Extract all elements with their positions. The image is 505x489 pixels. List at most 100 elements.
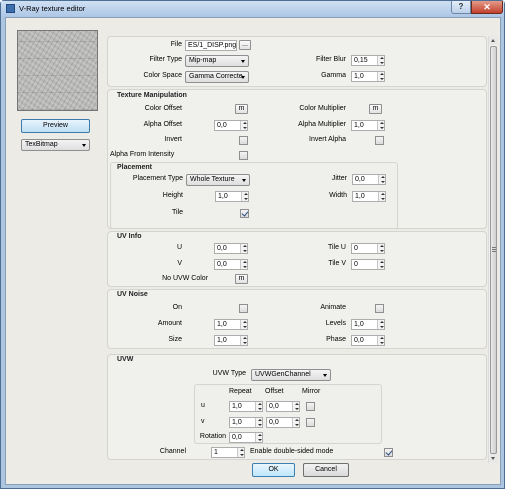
- repeat-column-label: Repeat: [229, 388, 252, 395]
- spinner-icon[interactable]: [377, 320, 384, 329]
- uvw-type-dropdown[interactable]: UVWGenChannel: [251, 369, 331, 381]
- animate-checkbox[interactable]: [375, 304, 384, 313]
- height-input[interactable]: 1,0: [215, 191, 249, 202]
- gamma-input[interactable]: 1,0: [351, 71, 385, 82]
- browse-file-button[interactable]: ...: [239, 40, 251, 50]
- preview-button[interactable]: Preview: [21, 119, 90, 133]
- color-offset-map-button[interactable]: m: [235, 104, 248, 114]
- placement-group: Placement Placement Type Whole Texture J…: [110, 162, 398, 229]
- spinner-icon[interactable]: [377, 244, 384, 253]
- spinner-icon[interactable]: [292, 402, 299, 411]
- chevron-down-icon: [323, 374, 327, 377]
- file-path-field[interactable]: ES/1_DISP.png: [185, 40, 237, 51]
- width-input[interactable]: 1,0: [352, 191, 386, 202]
- color-multiplier-map-button[interactable]: m: [369, 104, 382, 114]
- spinner-icon[interactable]: [241, 192, 248, 201]
- amount-input[interactable]: 1,0: [214, 319, 248, 330]
- spinner-icon[interactable]: [292, 418, 299, 427]
- spinner-icon[interactable]: [237, 448, 244, 457]
- spinner-icon[interactable]: [378, 192, 385, 201]
- gamma-value: 1,0: [354, 73, 364, 80]
- levels-input[interactable]: 1,0: [351, 319, 385, 330]
- alpha-from-intensity-checkbox[interactable]: [239, 151, 248, 160]
- alpha-multiplier-input[interactable]: 1,0: [351, 120, 385, 131]
- size-input[interactable]: 1,0: [214, 335, 248, 346]
- phase-input[interactable]: 0,0: [351, 335, 385, 346]
- spinner-icon[interactable]: [378, 175, 385, 184]
- spinner-icon[interactable]: [377, 260, 384, 269]
- uvw-group: UVW UVW Type UVWGenChannel Repeat Offset…: [107, 354, 487, 460]
- u-input[interactable]: 0,0: [214, 243, 248, 254]
- tile-v-value: 0: [354, 261, 358, 268]
- u-mirror-checkbox[interactable]: [306, 402, 315, 411]
- chevron-down-icon: [241, 76, 245, 79]
- u-row-label: u: [201, 402, 205, 409]
- v-label: V: [177, 260, 182, 267]
- alpha-multiplier-label: Alpha Multiplier: [298, 121, 346, 128]
- rotation-input[interactable]: 0,0: [229, 432, 263, 443]
- no-uvw-color-map-button[interactable]: m: [235, 274, 248, 284]
- chevron-down-icon: [82, 144, 86, 147]
- amount-label: Amount: [157, 320, 182, 327]
- noise-on-checkbox[interactable]: [239, 304, 248, 313]
- close-button[interactable]: ✕: [471, 1, 503, 14]
- tile-checkbox[interactable]: [240, 209, 249, 218]
- spinner-icon[interactable]: [377, 336, 384, 345]
- invert-alpha-checkbox[interactable]: [375, 136, 384, 145]
- v-input[interactable]: 0,0: [214, 259, 248, 270]
- cancel-button[interactable]: Cancel: [303, 463, 349, 477]
- filter-type-value: Mip-map: [189, 57, 217, 64]
- vertical-scrollbar[interactable]: [488, 36, 498, 463]
- double-sided-label: Enable double-sided mode: [250, 448, 334, 455]
- v-repeat-input[interactable]: 1,0: [229, 417, 263, 428]
- scrollbar-thumb[interactable]: [490, 46, 497, 454]
- spinner-icon[interactable]: [240, 244, 247, 253]
- spinner-icon[interactable]: [240, 336, 247, 345]
- gamma-label: Gamma: [321, 72, 346, 79]
- u-repeat-input[interactable]: 1,0: [229, 401, 263, 412]
- spinner-icon[interactable]: [240, 260, 247, 269]
- u-offset-input[interactable]: 0,0: [266, 401, 300, 412]
- placement-header: Placement: [117, 164, 153, 171]
- double-sided-checkbox[interactable]: [384, 448, 393, 457]
- alpha-offset-value: 0,0: [217, 122, 227, 129]
- tile-u-input[interactable]: 0: [351, 243, 385, 254]
- texture-thumbnail: [17, 30, 98, 111]
- spinner-icon[interactable]: [255, 402, 262, 411]
- spinner-icon[interactable]: [240, 121, 247, 130]
- texture-editor-window: V-Ray texture editor ? ✕ Preview TexBitm…: [0, 0, 505, 489]
- title-bar[interactable]: V-Ray texture editor ? ✕: [1, 1, 504, 16]
- ok-button[interactable]: OK: [252, 463, 295, 477]
- chevron-down-icon: [241, 60, 245, 63]
- alpha-offset-input[interactable]: 0,0: [214, 120, 248, 131]
- invert-checkbox[interactable]: [239, 136, 248, 145]
- spinner-icon[interactable]: [240, 320, 247, 329]
- scroll-up-arrow-icon[interactable]: [489, 36, 498, 45]
- channel-input[interactable]: 1: [211, 447, 245, 458]
- jitter-value: 0,0: [355, 176, 365, 183]
- channel-label: Channel: [159, 448, 186, 455]
- spinner-icon[interactable]: [377, 56, 384, 65]
- grip-line: [492, 247, 496, 248]
- help-button[interactable]: ?: [451, 1, 471, 14]
- uvw-transform-group: Repeat Offset Mirror u 1,0 0,0 v 1,0 0,0…: [194, 384, 382, 444]
- tile-u-label: Tile U: [327, 244, 346, 251]
- placement-type-dropdown[interactable]: Whole Texture: [186, 174, 250, 186]
- spinner-icon[interactable]: [255, 433, 262, 442]
- spinner-icon[interactable]: [377, 121, 384, 130]
- filter-type-dropdown[interactable]: Mip-map: [185, 55, 249, 67]
- filter-blur-input[interactable]: 0,15: [351, 55, 385, 66]
- width-value: 1,0: [355, 193, 365, 200]
- color-space-dropdown[interactable]: Gamma Correcte: [185, 71, 249, 83]
- uvw-header: UVW: [117, 356, 134, 363]
- spinner-icon[interactable]: [377, 72, 384, 81]
- jitter-input[interactable]: 0,0: [352, 174, 386, 185]
- v-mirror-checkbox[interactable]: [306, 418, 315, 427]
- tile-v-input[interactable]: 0: [351, 259, 385, 270]
- scroll-down-arrow-icon[interactable]: [489, 454, 498, 463]
- texture-type-dropdown[interactable]: TexBitmap: [21, 139, 90, 151]
- color-offset-label: Color Offset: [144, 105, 182, 112]
- spinner-icon[interactable]: [255, 418, 262, 427]
- v-offset-input[interactable]: 0,0: [266, 417, 300, 428]
- file-label: File: [170, 41, 182, 48]
